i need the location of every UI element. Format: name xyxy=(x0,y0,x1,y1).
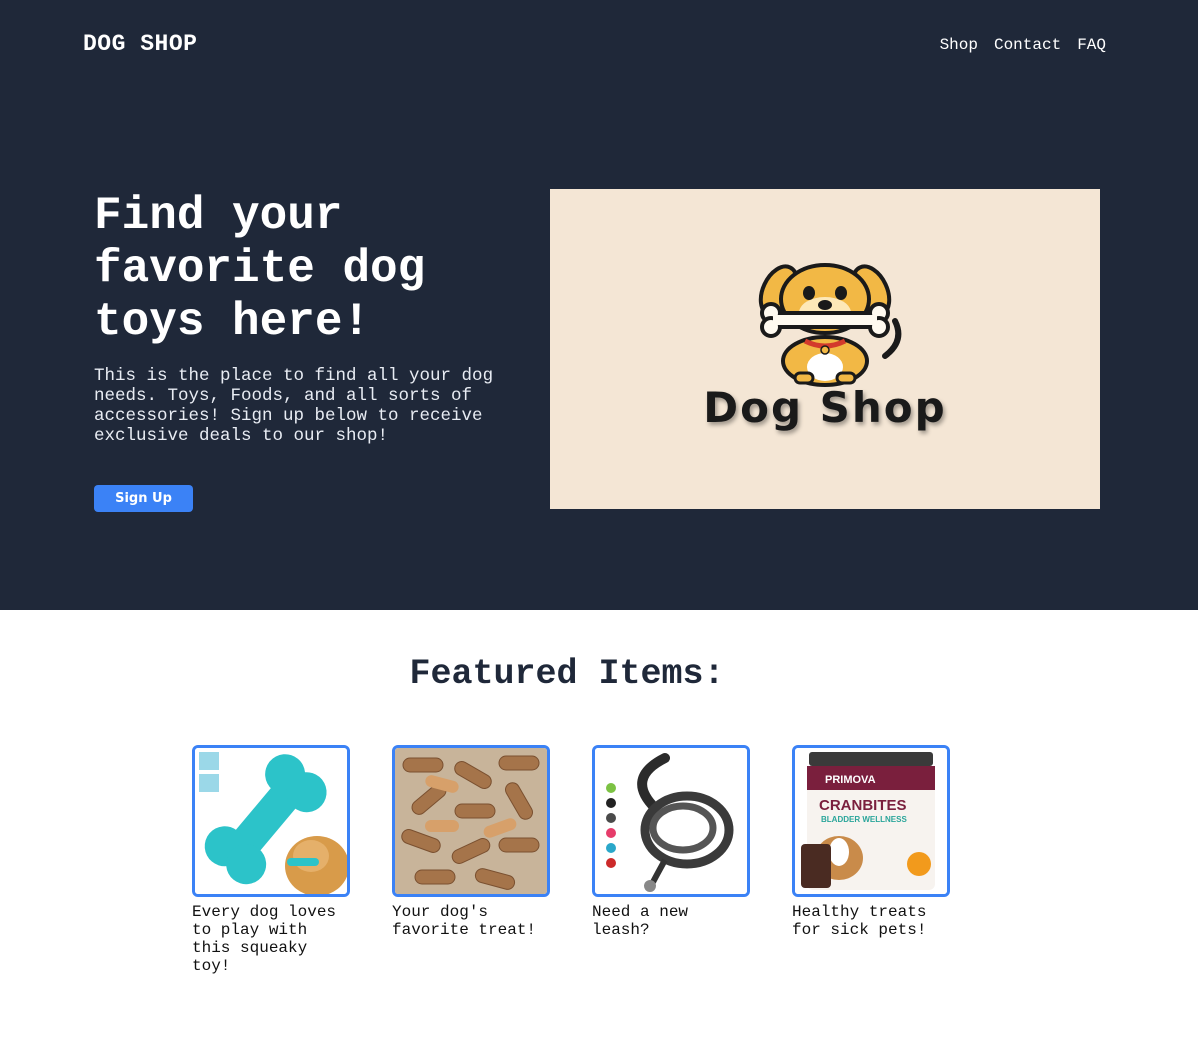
dog-mascot-icon xyxy=(758,263,902,387)
leash-image[interactable] xyxy=(592,745,750,897)
hero-description: This is the place to find all your dog n… xyxy=(94,366,494,446)
nav-contact[interactable]: Contact xyxy=(994,36,1061,54)
dog-treat-image[interactable] xyxy=(392,745,550,897)
item-description: Every dog loves to play with this squeak… xyxy=(192,903,337,975)
brand-logo[interactable]: DOG SHOP xyxy=(83,31,197,57)
featured-item[interactable]: PRIMOVA CRANBITES BLADDER WELLNESS Healt… xyxy=(792,745,950,975)
logo-text: Dog Shop xyxy=(703,383,947,432)
package-title: CRANBITES xyxy=(819,797,907,814)
featured-item[interactable]: Every dog loves to play with this squeak… xyxy=(192,745,350,975)
featured-title: Featured Items: xyxy=(409,654,725,694)
nav-shop[interactable]: Shop xyxy=(940,36,978,54)
cranbites-image[interactable]: PRIMOVA CRANBITES BLADDER WELLNESS xyxy=(792,745,950,897)
item-description: Your dog's favorite treat! xyxy=(392,903,537,939)
hero-section: DOG SHOP Shop Contact FAQ Find your favo… xyxy=(0,0,1198,610)
hero-logo-image: Dog Shop xyxy=(550,189,1100,509)
featured-item[interactable]: Need a new leash? xyxy=(592,745,750,975)
featured-item[interactable]: Your dog's favorite treat! xyxy=(392,745,550,975)
sign-up-button[interactable]: Sign Up xyxy=(94,485,193,512)
squeaky-toy-image[interactable] xyxy=(192,745,350,897)
package-brand: PRIMOVA xyxy=(825,774,876,786)
item-description: Need a new leash? xyxy=(592,903,689,939)
main-nav: Shop Contact FAQ xyxy=(940,36,1106,54)
item-description: Healthy treats for sick pets! xyxy=(792,903,927,939)
hero-title: Find your favorite dog toys here! xyxy=(94,190,426,348)
featured-items-list: Every dog loves to play with this squeak… xyxy=(192,745,950,975)
nav-faq[interactable]: FAQ xyxy=(1077,36,1106,54)
package-subtitle: BLADDER WELLNESS xyxy=(821,815,907,824)
